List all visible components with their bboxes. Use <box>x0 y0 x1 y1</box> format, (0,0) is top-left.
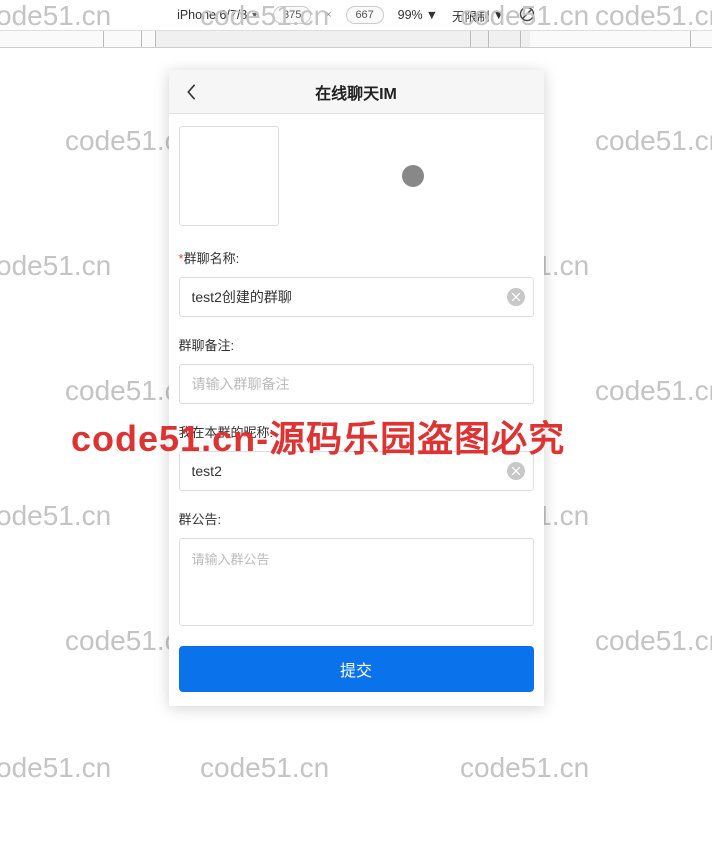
group-name-input[interactable] <box>192 289 507 305</box>
throttle-selector[interactable]: 无限制 ▼ <box>452 6 505 25</box>
remark-label: 群聊备注: <box>179 335 534 354</box>
app-header: 在线聊天IM <box>169 70 544 114</box>
zoom-selector[interactable]: 99% ▼ <box>398 8 438 22</box>
devtools-toolbar: iPhone 6/7/8 ▼ × 99% ▼ 无限制 ▼ <box>0 0 712 30</box>
remark-input[interactable] <box>192 376 525 392</box>
form-container: *群聊名称: 群聊备注: 我在本群的昵称: 群公告: 提交 <box>169 114 544 706</box>
announce-label: 群公告: <box>179 509 534 528</box>
watermark: code51.cn <box>0 500 111 532</box>
submit-button[interactable]: 提交 <box>179 646 534 692</box>
watermark: code51.cn <box>595 625 712 657</box>
no-throttling-icon[interactable] <box>519 6 535 25</box>
remark-field-wrap <box>179 364 534 404</box>
dropdown-triangle-icon: ▼ <box>426 8 438 22</box>
group-avatar-upload[interactable] <box>179 126 279 226</box>
announce-field-wrap <box>179 538 534 626</box>
width-input[interactable] <box>273 6 311 24</box>
ruler <box>0 30 712 48</box>
loading-indicator-icon <box>402 165 424 187</box>
throttle-value: 无限制 <box>452 6 490 25</box>
close-icon <box>512 467 520 475</box>
close-icon <box>512 293 520 301</box>
watermark: code51.cn <box>595 125 712 157</box>
group-name-field-wrap <box>179 277 534 317</box>
announce-textarea[interactable] <box>192 549 521 615</box>
mobile-viewport: 在线聊天IM *群聊名称: 群聊备注: 我在本群的昵称: 群公告: <box>169 70 544 706</box>
height-input[interactable] <box>346 6 384 24</box>
clear-group-name-button[interactable] <box>507 288 525 306</box>
nickname-input[interactable] <box>192 463 507 479</box>
ruler-highlight <box>155 31 530 47</box>
device-selector[interactable]: iPhone 6/7/8 ▼ <box>177 8 259 22</box>
watermark: code51.cn <box>0 250 111 282</box>
zoom-value: 99% <box>398 8 423 22</box>
nickname-label: 我在本群的昵称: <box>179 422 534 441</box>
watermark: code51.cn <box>200 752 329 784</box>
watermark: code51.cn <box>595 375 712 407</box>
dimension-separator: × <box>325 9 331 21</box>
avatar-row <box>179 126 534 226</box>
watermark: code51.cn <box>0 752 111 784</box>
clear-nickname-button[interactable] <box>507 462 525 480</box>
dropdown-triangle-icon: ▼ <box>250 10 259 20</box>
dropdown-triangle-icon: ▼ <box>493 8 505 22</box>
page-title: 在线聊天IM <box>169 80 544 104</box>
watermark: code51.cn <box>460 752 589 784</box>
nickname-field-wrap <box>179 451 534 491</box>
group-name-label: *群聊名称: <box>179 248 534 267</box>
device-name: iPhone 6/7/8 <box>177 8 247 22</box>
